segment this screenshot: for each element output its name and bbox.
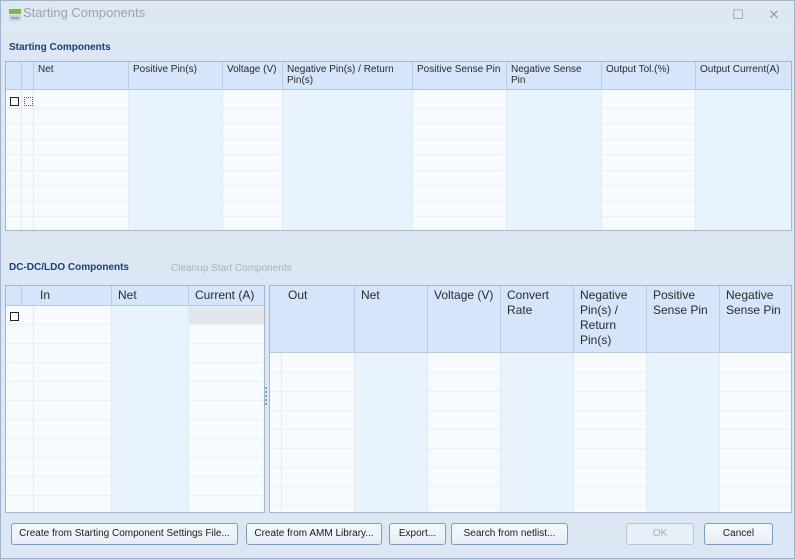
dcdc-input-grid[interactable]: In Net Current (A) xyxy=(5,285,265,513)
out-indicator-column xyxy=(270,353,282,512)
col-current xyxy=(189,306,264,512)
grid-splitter-handle[interactable] xyxy=(265,385,268,411)
in-select-column xyxy=(6,306,34,512)
close-button[interactable]: ✕ xyxy=(766,7,782,23)
cancel-button[interactable]: Cancel xyxy=(704,523,773,545)
create-from-settings-file-button[interactable]: Create from Starting Component Settings … xyxy=(11,523,238,545)
col-voltage xyxy=(223,90,283,230)
col-out-voltage xyxy=(428,353,501,512)
col-output-current xyxy=(696,90,791,230)
header-current[interactable]: Current (A) xyxy=(189,286,264,306)
header-positive-pins[interactable]: Positive Pin(s) xyxy=(129,62,223,90)
cleanup-start-components-link[interactable]: Cleanup Start Components xyxy=(171,263,292,274)
dialog-window: Starting Components ☐ ✕ Starting Compone… xyxy=(0,0,795,559)
header-out-net[interactable]: Net xyxy=(355,286,428,353)
col-positive-sense xyxy=(413,90,507,230)
col-negative-pins xyxy=(283,90,413,230)
app-icon xyxy=(9,9,21,21)
title-bar: Starting Components ☐ ✕ xyxy=(1,1,794,29)
export-button[interactable]: Export... xyxy=(389,523,446,545)
close-icon: ✕ xyxy=(768,7,780,22)
col-net xyxy=(34,90,129,230)
col-out-positive-sense xyxy=(647,353,720,512)
header-voltage[interactable]: Voltage (V) xyxy=(223,62,283,90)
dcdc-components-label: DC-DC/LDO Components xyxy=(9,262,129,273)
header-indicator xyxy=(22,62,34,90)
new-row-indicator-icon xyxy=(24,97,33,106)
header-in-net[interactable]: Net xyxy=(112,286,189,306)
search-from-netlist-button[interactable]: Search from netlist... xyxy=(451,523,568,545)
header-output-current[interactable]: Output Current(A) xyxy=(696,62,791,90)
col-out-negative-pins xyxy=(574,353,647,512)
header-out[interactable]: Out xyxy=(282,286,355,353)
col-negative-sense xyxy=(507,90,602,230)
col-in xyxy=(34,306,112,512)
header-positive-sense[interactable]: Positive Sense Pin xyxy=(413,62,507,90)
window-title: Starting Components xyxy=(23,5,146,20)
header-in-select xyxy=(6,286,22,306)
row-selector-column xyxy=(6,90,22,230)
header-out-negative-sense[interactable]: Negative Sense Pin xyxy=(720,286,791,353)
header-negative-sense[interactable]: Negative Sense Pin xyxy=(507,62,602,90)
col-output-tol xyxy=(602,90,696,230)
col-positive-pins xyxy=(129,90,223,230)
col-in-net xyxy=(112,306,189,512)
ok-button[interactable]: OK xyxy=(626,523,694,545)
starting-components-label: Starting Components xyxy=(9,42,111,53)
col-out-negative-sense xyxy=(720,353,791,512)
header-out-positive-sense[interactable]: Positive Sense Pin xyxy=(647,286,720,353)
create-from-amm-library-button[interactable]: Create from AMM Library... xyxy=(246,523,382,545)
new-row-checkbox[interactable] xyxy=(10,97,19,106)
col-out xyxy=(282,353,355,512)
dcdc-output-grid[interactable]: Out Net Voltage (V) Convert Rate Negativ… xyxy=(269,285,792,513)
header-out-negative-pins[interactable]: Negative Pin(s) / Return Pin(s) xyxy=(574,286,647,353)
col-convert-rate xyxy=(501,353,574,512)
row-indicator-column xyxy=(22,90,34,230)
current-cell-highlight xyxy=(189,306,264,324)
col-out-net xyxy=(355,353,428,512)
minimize-button[interactable]: ☐ xyxy=(730,7,746,23)
header-net[interactable]: Net xyxy=(34,62,129,90)
header-output-tol[interactable]: Output Tol.(%) xyxy=(602,62,696,90)
header-out-voltage[interactable]: Voltage (V) xyxy=(428,286,501,353)
input-new-row-checkbox[interactable] xyxy=(10,312,19,321)
header-negative-pins[interactable]: Negative Pin(s) / Return Pin(s) xyxy=(283,62,413,90)
header-convert-rate[interactable]: Convert Rate xyxy=(501,286,574,353)
header-in[interactable]: In xyxy=(34,286,112,306)
minimize-icon: ☐ xyxy=(732,7,744,22)
header-select xyxy=(6,62,22,90)
starting-components-grid[interactable]: Net Positive Pin(s) Voltage (V) Negative… xyxy=(5,61,792,231)
